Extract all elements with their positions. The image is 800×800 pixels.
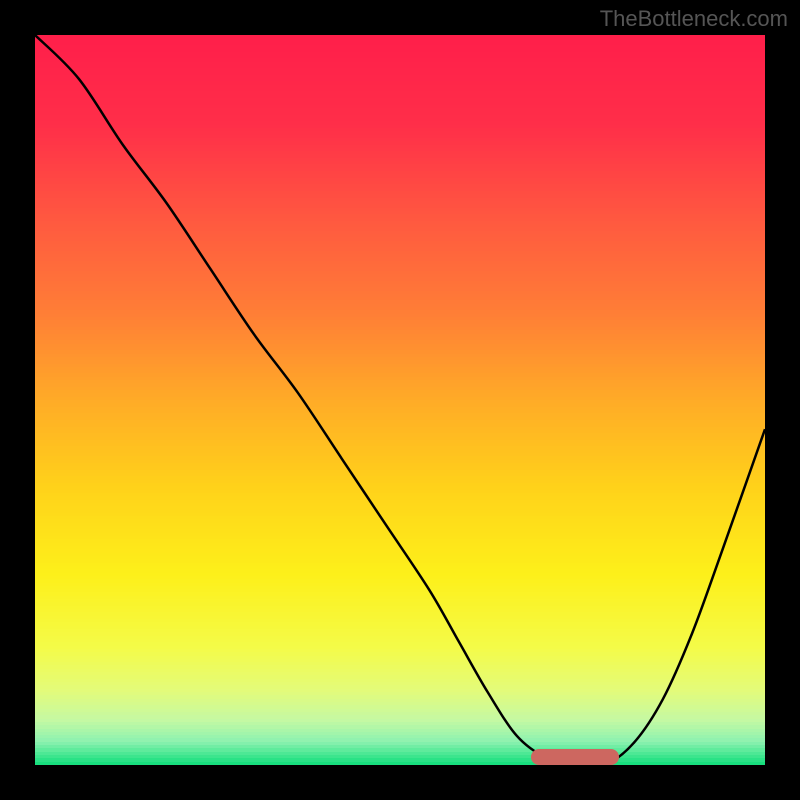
bottleneck-curve	[35, 35, 765, 765]
attribution-label: TheBottleneck.com	[600, 6, 788, 32]
chart-frame: TheBottleneck.com	[0, 0, 800, 800]
optimal-range-marker	[531, 749, 619, 765]
plot-area	[35, 35, 765, 765]
